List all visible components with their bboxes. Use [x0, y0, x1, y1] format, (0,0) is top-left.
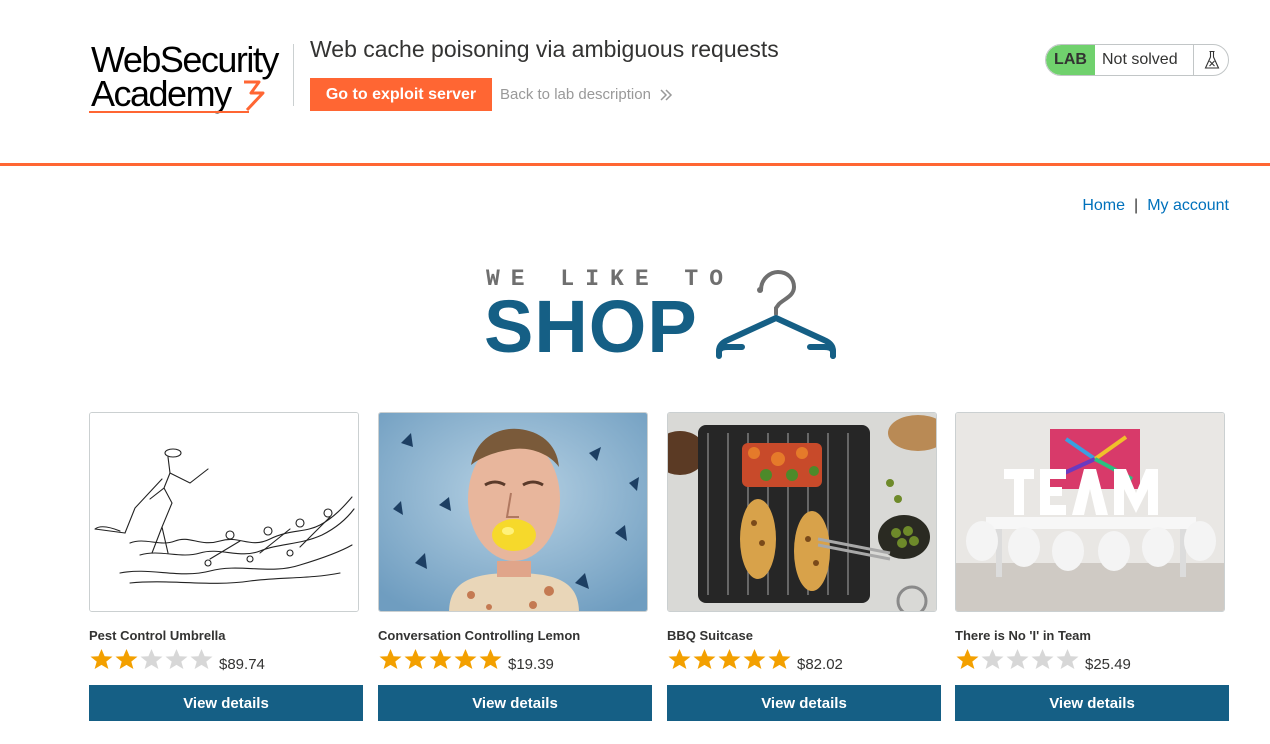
- star-filled-icon: [379, 649, 402, 669]
- home-link[interactable]: Home: [1082, 197, 1125, 214]
- star-rating: [378, 648, 503, 675]
- logo-underline: [89, 111, 249, 113]
- go-to-exploit-server-button[interactable]: Go to exploit server: [310, 78, 492, 111]
- bbq-grill-image: [668, 413, 936, 611]
- lab-title: Web cache poisoning via ambiguous reques…: [310, 36, 779, 62]
- back-link-label: Back to lab description: [500, 86, 651, 103]
- view-details-button[interactable]: View details: [667, 685, 941, 721]
- star-empty-icon: [981, 649, 1004, 669]
- star-rating: [89, 648, 214, 675]
- star-empty-icon: [1031, 649, 1054, 669]
- top-navigation: Home | My account: [1082, 197, 1229, 215]
- nav-separator: |: [1134, 197, 1139, 214]
- star-filled-icon: [743, 649, 766, 669]
- my-account-link[interactable]: My account: [1147, 197, 1229, 214]
- star-filled-icon: [768, 649, 791, 669]
- product-rating: $82.02: [667, 648, 843, 675]
- product-name: Pest Control Umbrella: [89, 628, 226, 643]
- flask-icon: [1204, 50, 1219, 69]
- star-empty-icon: [190, 649, 213, 669]
- star-filled-icon: [956, 649, 979, 669]
- lab-status-widget: LAB Not solved: [1045, 44, 1229, 76]
- product-price: $25.49: [1085, 656, 1131, 673]
- view-details-button[interactable]: View details: [89, 685, 363, 721]
- product-price: $89.74: [219, 656, 265, 673]
- star-filled-icon: [668, 649, 691, 669]
- lab-status-text: Not solved: [1102, 51, 1178, 68]
- team-room-image: [956, 413, 1224, 611]
- academy-header: WebSecurity Academy Web cache poisoning …: [0, 0, 1270, 166]
- star-filled-icon: [718, 649, 741, 669]
- web-security-academy-logo[interactable]: WebSecurity Academy: [89, 40, 291, 116]
- star-filled-icon: [429, 649, 452, 669]
- view-details-button[interactable]: View details: [378, 685, 652, 721]
- product-name: Conversation Controlling Lemon: [378, 628, 581, 643]
- star-rating: [955, 648, 1080, 675]
- lab-badge: LAB: [1046, 45, 1095, 75]
- header-divider: [293, 44, 294, 106]
- star-empty-icon: [1006, 649, 1029, 669]
- star-filled-icon: [454, 649, 477, 669]
- product-rating: $19.39: [378, 648, 554, 675]
- product-price: $19.39: [508, 656, 554, 673]
- double-chevron-right-icon: [660, 88, 672, 101]
- view-details-button[interactable]: View details: [955, 685, 1229, 721]
- product-image-conversation-controlling-lemon[interactable]: [378, 412, 648, 612]
- star-filled-icon: [404, 649, 427, 669]
- logo-bolt-icon: [244, 80, 265, 112]
- product-image-pest-control-umbrella[interactable]: [89, 412, 359, 612]
- clothes-hanger-icon: [716, 269, 836, 359]
- product-rating: $25.49: [955, 648, 1131, 675]
- star-empty-icon: [140, 649, 163, 669]
- product-name: BBQ Suitcase: [667, 628, 753, 643]
- back-to-lab-description-link[interactable]: Back to lab description: [500, 86, 673, 103]
- product-name: There is No 'I' in Team: [955, 628, 1091, 643]
- lab-status-icon-container: [1193, 45, 1228, 75]
- star-filled-icon: [479, 649, 502, 669]
- product-rating: $89.74: [89, 648, 265, 675]
- star-filled-icon: [115, 649, 138, 669]
- star-empty-icon: [165, 649, 188, 669]
- shop-banner: WE LIKE TO SHOP: [484, 266, 836, 368]
- logo-text-line2: Academy: [91, 73, 232, 114]
- product-price: $82.02: [797, 656, 843, 673]
- banner-title: SHOP: [484, 285, 698, 368]
- star-empty-icon: [1056, 649, 1079, 669]
- star-filled-icon: [693, 649, 716, 669]
- star-rating: [667, 648, 792, 675]
- umbrella-sketch-image: [90, 413, 358, 611]
- product-image-bbq-suitcase[interactable]: [667, 412, 937, 612]
- star-filled-icon: [90, 649, 113, 669]
- product-image-no-i-in-team[interactable]: [955, 412, 1225, 612]
- lemon-man-image: [379, 413, 647, 611]
